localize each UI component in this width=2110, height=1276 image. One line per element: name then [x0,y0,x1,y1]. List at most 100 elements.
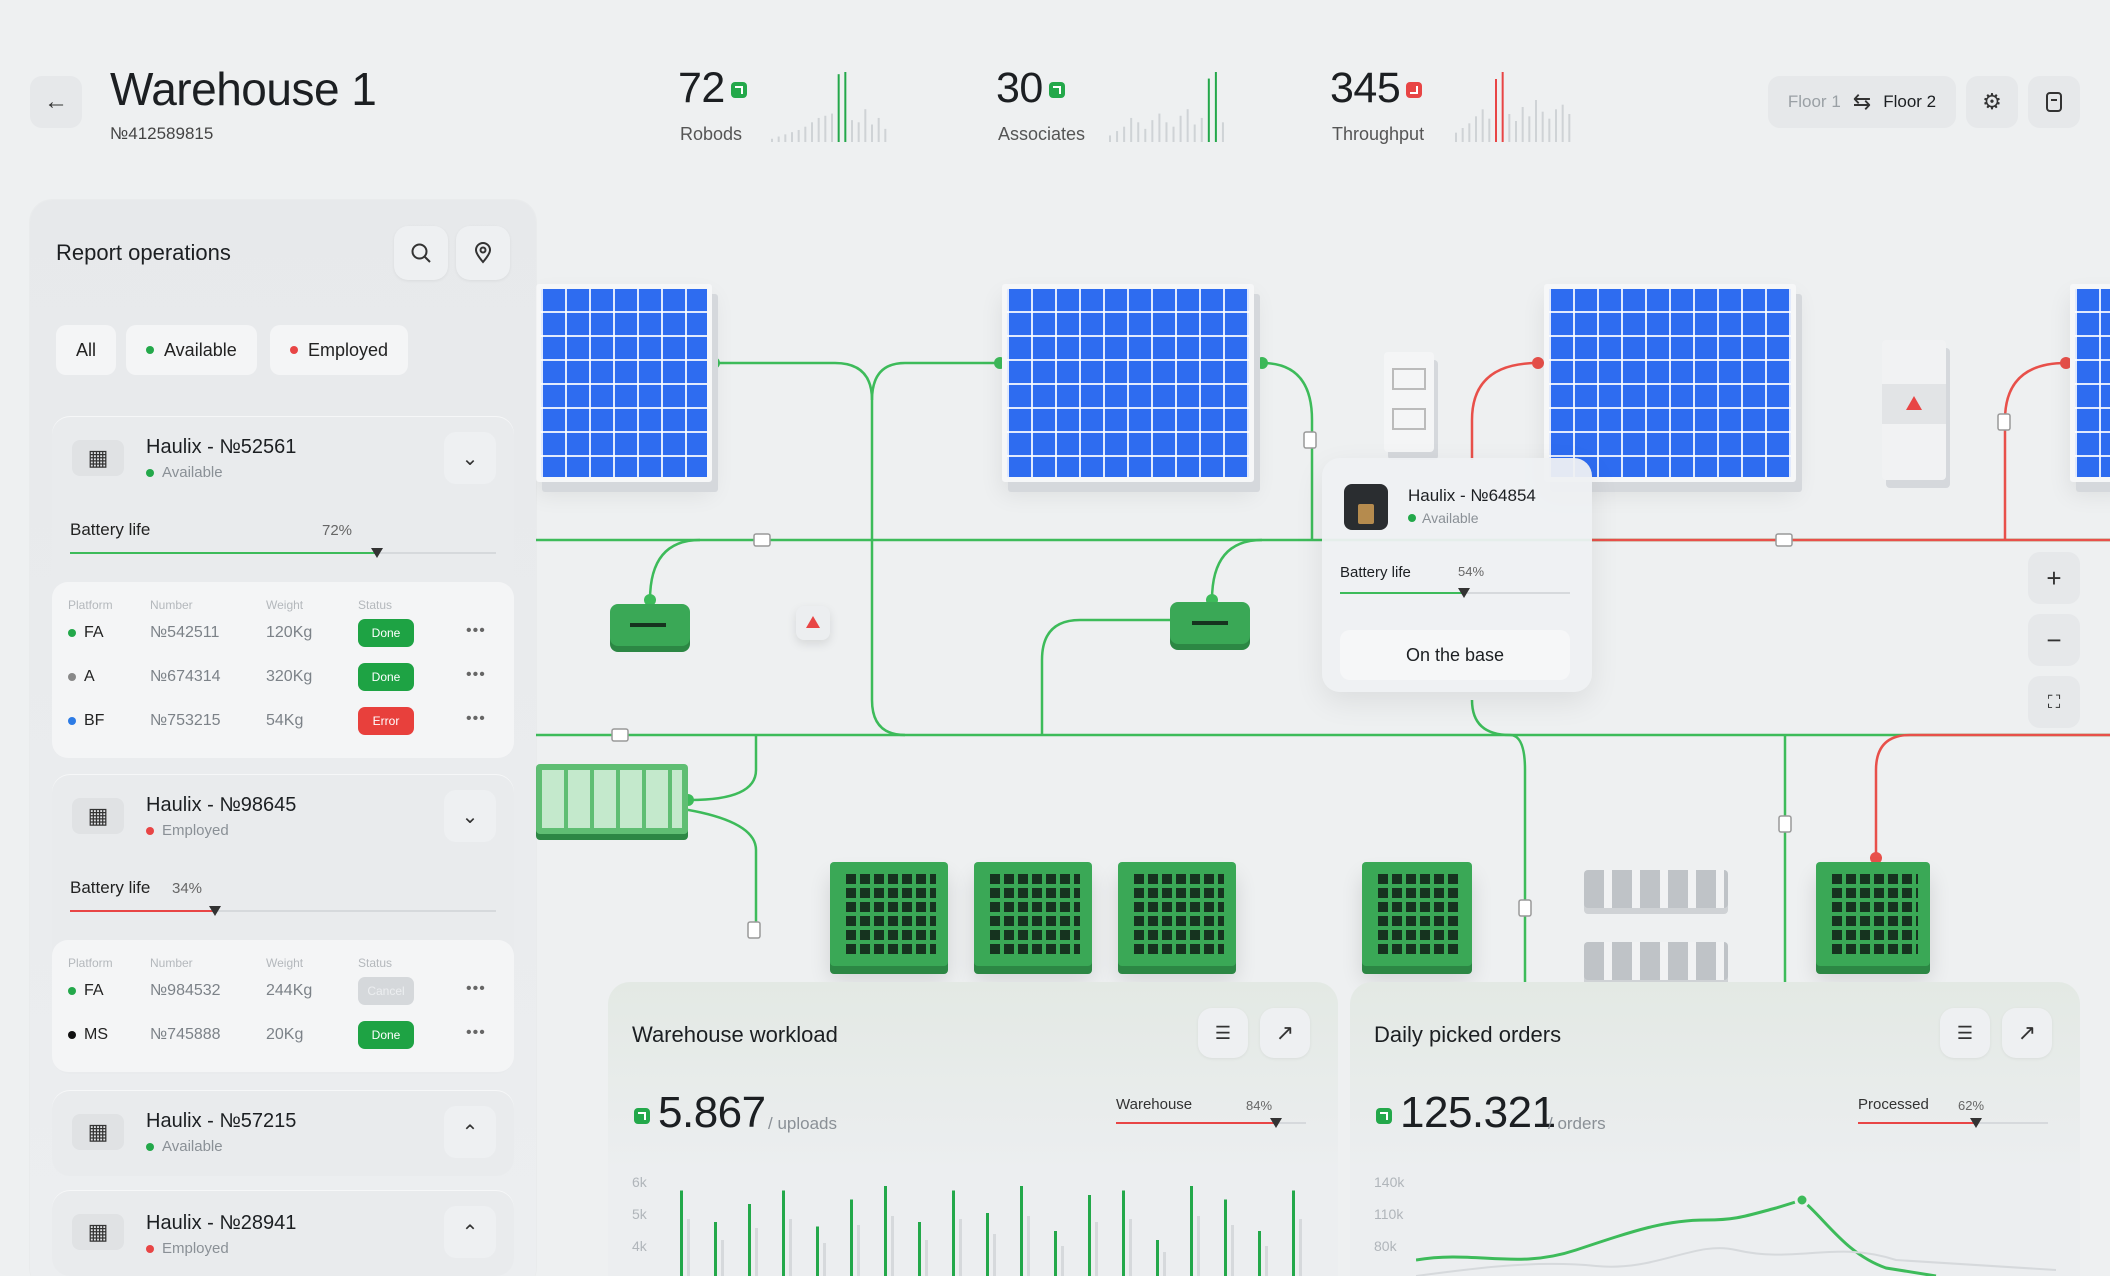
battery-pct: 34% [172,880,203,897]
solar-panel[interactable] [1544,284,1796,482]
on-the-base-button[interactable]: On the base [1340,630,1570,680]
gauge-label: Warehouse [1116,1096,1193,1113]
status-dot [146,346,154,354]
more-options-button[interactable]: ••• [466,710,486,728]
robot-status-text: Available [162,1138,223,1155]
storage-rack[interactable] [830,862,948,966]
sliders-icon: ☰ [1956,1022,1974,1043]
more-options-button[interactable]: ••• [466,980,486,998]
popup-battery-label: Battery life [1340,564,1411,581]
filter-available[interactable]: Available [126,325,257,375]
robot-status: Employed [146,822,229,839]
workload-bar [884,1186,887,1276]
trend-up-icon [634,1108,650,1133]
table-platform: FA [68,982,104,1000]
robot-marker[interactable] [1170,602,1250,644]
table-platform: BF [68,712,104,730]
collapse-button[interactable]: ⌄ [444,790,496,842]
platform-dot [68,629,76,637]
shelf-unit[interactable] [1584,942,1728,980]
workload-bar-secondary [891,1216,894,1276]
location-button[interactable] [456,226,510,280]
battery-marker [208,906,221,916]
search-icon [411,243,431,263]
filter-button[interactable]: ☰ [1198,1008,1248,1058]
conveyor[interactable] [536,764,688,834]
robot-icon: ▦ [72,1114,124,1150]
table-weight: 54Kg [266,712,304,729]
workload-title: Warehouse workload [632,1022,838,1047]
gauge-pct: 62% [1958,1098,1985,1113]
robot-name: Haulix - №28941 [146,1212,297,1234]
workload-bar [782,1190,785,1276]
more-options-button[interactable]: ••• [466,622,486,640]
storage-rack[interactable] [1362,862,1472,966]
open-button[interactable]: ↗ [2002,1008,2052,1058]
fullscreen-button[interactable]: ⛶ [2028,676,2080,728]
filter-employed[interactable]: Employed [270,325,409,375]
open-button[interactable]: ↗ [1260,1008,1310,1058]
storage-rack[interactable] [1118,862,1236,966]
popup-battery-pct: 54% [1458,564,1485,579]
expand-button[interactable]: ⌃ [444,1106,496,1158]
robot-marker[interactable] [610,604,690,646]
shelf-unit[interactable] [1584,870,1728,908]
table-weight: 120Kg [266,624,313,641]
battery-fill [70,552,377,554]
table-number: №542511 [150,624,220,641]
zoom-out-button[interactable]: − [2028,614,2080,666]
axis-label: 110k [1374,1206,1404,1222]
storage-rack[interactable] [1816,862,1930,966]
more-options-button[interactable]: ••• [466,666,486,684]
zoom-in-button[interactable]: + [2028,552,2080,604]
orders-value: 125.321 [1400,1088,1556,1137]
platform-label: FA [84,624,104,641]
gauge-marker [1969,1118,1982,1128]
gauge-track [1116,1118,1306,1128]
workload-bar-secondary [1027,1216,1030,1276]
status-pill: Done [358,619,414,647]
workload-value: 5.867 [658,1088,766,1137]
workload-bar-secondary [1231,1225,1234,1276]
battery-marker [1458,588,1471,598]
status-dot [146,468,154,477]
collapse-button[interactable]: ⌄ [444,432,496,484]
table-header: Number [150,956,193,970]
charging-station[interactable] [1882,340,1946,480]
solar-panel[interactable] [1002,284,1254,482]
workload-bar [1258,1231,1261,1276]
solar-panel[interactable] [536,284,712,482]
more-options-button[interactable]: ••• [466,1024,486,1042]
expand-button[interactable]: ⌃ [444,1206,496,1258]
alert-marker[interactable] [796,606,830,640]
status-pill: Cancel [358,977,414,1005]
arrow-up-right-icon: ↗ [2017,1020,2037,1045]
battery-label: Battery life [70,878,151,897]
workload-bar-secondary [687,1219,690,1276]
workload-bar [1088,1195,1091,1276]
search-button[interactable] [394,226,448,280]
location-pin-icon [474,242,492,264]
workload-bars [680,1186,1302,1276]
solar-panel[interactable] [2070,284,2110,482]
table-platform: MS [68,1026,108,1044]
status-dot [146,826,154,835]
workload-bar [1292,1190,1295,1276]
minus-icon: − [2046,624,2062,655]
workload-bar-secondary [1299,1219,1302,1276]
battery-pct: 72% [322,522,353,539]
battery-fill [70,910,215,912]
storage-rack[interactable] [974,862,1092,966]
table-header: Status [358,598,393,612]
filter-all[interactable]: All [56,325,117,375]
popup-battery-fill [1340,592,1465,594]
table-number: №745888 [150,1026,221,1043]
control-cabinet[interactable] [1384,352,1434,452]
workload-bar-secondary [1265,1246,1268,1276]
workload-bar [952,1190,955,1276]
workload-bar [1224,1199,1227,1276]
sliders-icon: ☰ [1214,1022,1232,1043]
robot-status-text: Employed [162,822,229,839]
robot-status-text: Available [162,464,223,481]
filter-button[interactable]: ☰ [1940,1008,1990,1058]
